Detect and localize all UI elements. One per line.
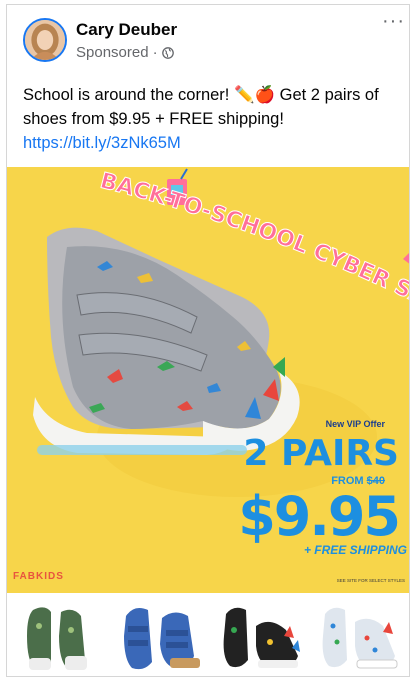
meta-separator: ·	[152, 44, 158, 61]
two-pairs-label: 2 PAIRS	[243, 433, 399, 474]
headline-text: BACK-TO-SCHOOL CYBER SALE	[89, 167, 410, 311]
fine-print: SEE SITE FOR SELECT STYLES	[336, 578, 405, 583]
caption-link[interactable]: https://bit.ly/3zNk65M	[23, 134, 181, 152]
post-meta: Sponsored ·	[76, 44, 174, 61]
product-card-green-slip-on[interactable]	[13, 593, 109, 676]
globe-icon	[161, 46, 174, 59]
sponsored-post: Cary Deuber Sponsored · ··· School is ar…	[6, 4, 410, 677]
vip-offer-label: New VIP Offer	[325, 419, 385, 429]
black-sneaker-image	[223, 607, 301, 668]
green-sneaker-image	[27, 606, 87, 670]
avatar-image	[25, 20, 65, 60]
product-card-blue-strap[interactable]	[112, 593, 208, 676]
brand-logo: FABKIDS	[13, 571, 64, 582]
post-header: Cary Deuber Sponsored · ···	[7, 5, 409, 71]
author-name[interactable]: Cary Deuber	[76, 20, 177, 40]
avatar[interactable]	[23, 18, 67, 62]
product-carousel	[7, 593, 409, 676]
post-caption: School is around the corner! ✏️🍎 Get 2 p…	[23, 83, 397, 155]
sponsored-label[interactable]: Sponsored	[76, 44, 149, 61]
product-card-black-dino[interactable]	[210, 593, 306, 676]
caption-text: School is around the corner! ✏️🍎 Get 2 p…	[23, 86, 379, 128]
headline-banner: BACK-TO-SCHOOL CYBER SALE	[81, 167, 410, 317]
more-options-button[interactable]: ···	[382, 11, 405, 31]
ad-image[interactable]: BACK-TO-SCHOOL CYBER SALE New VIP Offer …	[7, 167, 410, 593]
free-shipping-label: + FREE SHIPPING	[303, 543, 407, 557]
sale-price: $9.95	[238, 485, 401, 548]
product-card-white-print[interactable]	[309, 593, 405, 676]
blue-sneaker-image	[123, 607, 200, 669]
white-sneaker-image	[322, 607, 398, 668]
